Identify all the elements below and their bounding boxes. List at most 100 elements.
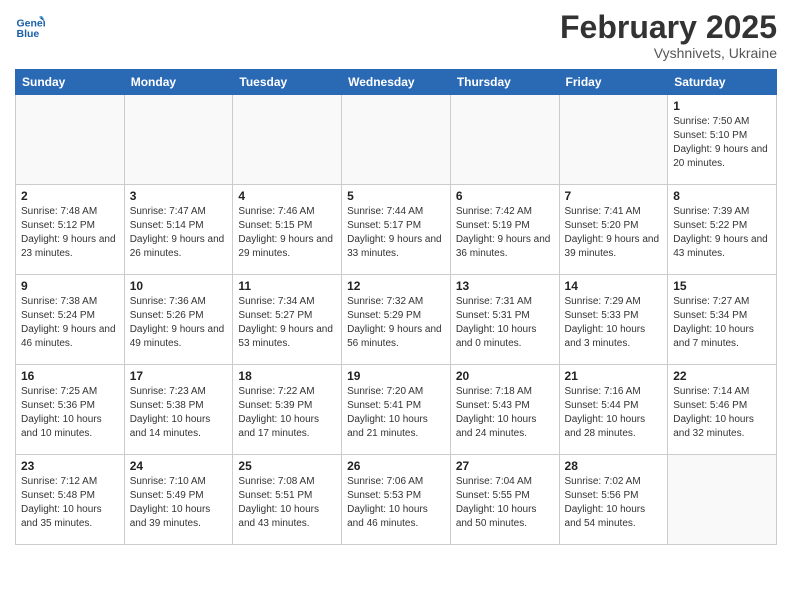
day-number: 28 xyxy=(565,459,663,473)
calendar-header-row: Sunday Monday Tuesday Wednesday Thursday… xyxy=(16,70,777,95)
day-info: Sunrise: 7:18 AM Sunset: 5:43 PM Dayligh… xyxy=(456,385,554,441)
calendar-cell: 12 Sunrise: 7:32 AM Sunset: 5:29 PM Dayli… xyxy=(342,275,451,365)
day-number: 21 xyxy=(565,369,663,383)
col-sunday: Sunday xyxy=(16,70,125,95)
calendar-cell: 7 Sunrise: 7:41 AM Sunset: 5:20 PM Daylig… xyxy=(559,185,668,275)
day-number: 16 xyxy=(21,369,119,383)
day-number: 8 xyxy=(673,189,771,203)
calendar-cell xyxy=(668,455,777,545)
day-info: Sunrise: 7:22 AM Sunset: 5:39 PM Dayligh… xyxy=(238,385,336,441)
day-number: 20 xyxy=(456,369,554,383)
day-info: Sunrise: 7:27 AM Sunset: 5:34 PM Dayligh… xyxy=(673,295,771,351)
day-info: Sunrise: 7:41 AM Sunset: 5:20 PM Dayligh… xyxy=(565,205,663,261)
col-monday: Monday xyxy=(124,70,233,95)
calendar-cell: 18 Sunrise: 7:22 AM Sunset: 5:39 PM Dayli… xyxy=(233,365,342,455)
col-tuesday: Tuesday xyxy=(233,70,342,95)
calendar-cell xyxy=(342,95,451,185)
calendar-cell xyxy=(16,95,125,185)
day-info: Sunrise: 7:47 AM Sunset: 5:14 PM Dayligh… xyxy=(130,205,228,261)
calendar-week-2: 9Sunrise: 7:38 AM Sunset: 5:24 PM Daylig… xyxy=(16,275,777,365)
day-number: 4 xyxy=(238,189,336,203)
calendar-cell: 21 Sunrise: 7:16 AM Sunset: 5:44 PM Dayli… xyxy=(559,365,668,455)
day-info: Sunrise: 7:48 AM Sunset: 5:12 PM Dayligh… xyxy=(21,205,119,261)
day-info: Sunrise: 7:16 AM Sunset: 5:44 PM Dayligh… xyxy=(565,385,663,441)
calendar-cell: 25 Sunrise: 7:08 AM Sunset: 5:51 PM Dayli… xyxy=(233,455,342,545)
calendar-cell: 24Sunrise: 7:10 AM Sunset: 5:49 PM Dayli… xyxy=(124,455,233,545)
day-info: Sunrise: 7:08 AM Sunset: 5:51 PM Dayligh… xyxy=(238,475,336,531)
day-info: Sunrise: 7:29 AM Sunset: 5:33 PM Dayligh… xyxy=(565,295,663,351)
calendar-cell: 22 Sunrise: 7:14 AM Sunset: 5:46 PM Dayli… xyxy=(668,365,777,455)
calendar-cell: 23 Sunrise: 7:12 AM Sunset: 5:48 PM Dayli… xyxy=(16,455,125,545)
calendar-cell: 17 Sunrise: 7:23 AM Sunset: 5:38 PM Dayli… xyxy=(124,365,233,455)
day-number: 15 xyxy=(673,279,771,293)
day-number: 27 xyxy=(456,459,554,473)
col-thursday: Thursday xyxy=(450,70,559,95)
day-info: Sunrise: 7:12 AM Sunset: 5:48 PM Dayligh… xyxy=(21,475,119,531)
calendar-week-0: 1 Sunrise: 7:50 AM Sunset: 5:10 PM Daylig… xyxy=(16,95,777,185)
calendar-cell: 28 Sunrise: 7:02 AM Sunset: 5:56 PM Dayli… xyxy=(559,455,668,545)
day-number: 1 xyxy=(673,99,771,113)
day-number: 12 xyxy=(347,279,445,293)
day-info: Sunrise: 7:06 AM Sunset: 5:53 PM Dayligh… xyxy=(347,475,445,531)
calendar-cell: 9Sunrise: 7:38 AM Sunset: 5:24 PM Daylig… xyxy=(16,275,125,365)
calendar-cell: 2 Sunrise: 7:48 AM Sunset: 5:12 PM Daylig… xyxy=(16,185,125,275)
calendar: Sunday Monday Tuesday Wednesday Thursday… xyxy=(15,69,777,545)
col-friday: Friday xyxy=(559,70,668,95)
svg-text:Blue: Blue xyxy=(17,28,40,40)
logo-icon: General Blue xyxy=(15,10,45,40)
day-info: Sunrise: 7:04 AM Sunset: 5:55 PM Dayligh… xyxy=(456,475,554,531)
day-number: 25 xyxy=(238,459,336,473)
day-number: 2 xyxy=(21,189,119,203)
day-info: Sunrise: 7:25 AM Sunset: 5:36 PM Dayligh… xyxy=(21,385,119,441)
calendar-cell: 1 Sunrise: 7:50 AM Sunset: 5:10 PM Daylig… xyxy=(668,95,777,185)
day-number: 26 xyxy=(347,459,445,473)
calendar-cell: 27 Sunrise: 7:04 AM Sunset: 5:55 PM Dayli… xyxy=(450,455,559,545)
calendar-cell: 10 Sunrise: 7:36 AM Sunset: 5:26 PM Dayli… xyxy=(124,275,233,365)
day-info: Sunrise: 7:50 AM Sunset: 5:10 PM Dayligh… xyxy=(673,115,771,171)
day-number: 17 xyxy=(130,369,228,383)
day-number: 10 xyxy=(130,279,228,293)
day-number: 13 xyxy=(456,279,554,293)
calendar-cell xyxy=(559,95,668,185)
calendar-week-1: 2 Sunrise: 7:48 AM Sunset: 5:12 PM Daylig… xyxy=(16,185,777,275)
day-number: 14 xyxy=(565,279,663,293)
day-number: 11 xyxy=(238,279,336,293)
day-number: 9 xyxy=(21,279,119,293)
col-saturday: Saturday xyxy=(668,70,777,95)
location: Vyshnivets, Ukraine xyxy=(560,45,777,61)
day-info: Sunrise: 7:14 AM Sunset: 5:46 PM Dayligh… xyxy=(673,385,771,441)
calendar-cell: 13 Sunrise: 7:31 AM Sunset: 5:31 PM Dayli… xyxy=(450,275,559,365)
day-number: 22 xyxy=(673,369,771,383)
calendar-week-3: 16 Sunrise: 7:25 AM Sunset: 5:36 PM Dayli… xyxy=(16,365,777,455)
calendar-cell: 5 Sunrise: 7:44 AM Sunset: 5:17 PM Daylig… xyxy=(342,185,451,275)
calendar-cell: 19Sunrise: 7:20 AM Sunset: 5:41 PM Dayli… xyxy=(342,365,451,455)
calendar-cell: 20 Sunrise: 7:18 AM Sunset: 5:43 PM Dayli… xyxy=(450,365,559,455)
month-title: February 2025 xyxy=(560,10,777,45)
day-number: 18 xyxy=(238,369,336,383)
day-number: 6 xyxy=(456,189,554,203)
day-number: 7 xyxy=(565,189,663,203)
calendar-cell: 3Sunrise: 7:47 AM Sunset: 5:14 PM Daylig… xyxy=(124,185,233,275)
day-info: Sunrise: 7:39 AM Sunset: 5:22 PM Dayligh… xyxy=(673,205,771,261)
day-info: Sunrise: 7:46 AM Sunset: 5:15 PM Dayligh… xyxy=(238,205,336,261)
day-info: Sunrise: 7:32 AM Sunset: 5:29 PM Dayligh… xyxy=(347,295,445,351)
day-info: Sunrise: 7:44 AM Sunset: 5:17 PM Dayligh… xyxy=(347,205,445,261)
page: General Blue February 2025 Vyshnivets, U… xyxy=(0,0,792,612)
day-info: Sunrise: 7:36 AM Sunset: 5:26 PM Dayligh… xyxy=(130,295,228,351)
day-info: Sunrise: 7:42 AM Sunset: 5:19 PM Dayligh… xyxy=(456,205,554,261)
calendar-cell xyxy=(450,95,559,185)
calendar-week-4: 23 Sunrise: 7:12 AM Sunset: 5:48 PM Dayli… xyxy=(16,455,777,545)
day-number: 5 xyxy=(347,189,445,203)
day-info: Sunrise: 7:23 AM Sunset: 5:38 PM Dayligh… xyxy=(130,385,228,441)
day-info: Sunrise: 7:10 AM Sunset: 5:49 PM Dayligh… xyxy=(130,475,228,531)
day-info: Sunrise: 7:20 AM Sunset: 5:41 PM Dayligh… xyxy=(347,385,445,441)
day-number: 23 xyxy=(21,459,119,473)
day-info: Sunrise: 7:02 AM Sunset: 5:56 PM Dayligh… xyxy=(565,475,663,531)
title-section: February 2025 Vyshnivets, Ukraine xyxy=(560,10,777,61)
calendar-cell xyxy=(233,95,342,185)
calendar-cell: 15 Sunrise: 7:27 AM Sunset: 5:34 PM Dayli… xyxy=(668,275,777,365)
calendar-cell: 16 Sunrise: 7:25 AM Sunset: 5:36 PM Dayli… xyxy=(16,365,125,455)
day-info: Sunrise: 7:31 AM Sunset: 5:31 PM Dayligh… xyxy=(456,295,554,351)
calendar-cell: 4 Sunrise: 7:46 AM Sunset: 5:15 PM Daylig… xyxy=(233,185,342,275)
logo: General Blue xyxy=(15,10,47,40)
